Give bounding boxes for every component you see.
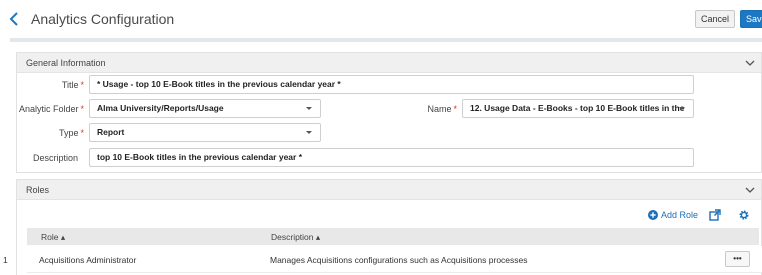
type-value: Report — [97, 127, 125, 137]
row-actions-button[interactable]: ••• — [725, 251, 750, 267]
role-column-header[interactable]: Role ▴ — [41, 232, 65, 243]
add-role-label: Add Role — [661, 210, 699, 220]
title-label: Title * — [20, 80, 84, 90]
table-row[interactable]: 1 Acquisitions Administrator Manages Acq… — [3, 246, 762, 273]
analytic-folder-select[interactable]: Alma University/Reports/Usage — [89, 99, 321, 118]
caret-down-icon — [306, 131, 312, 134]
title-field[interactable]: * Usage - top 10 E-Book titles in the pr… — [89, 75, 694, 94]
general-information-header[interactable]: General Information — [17, 53, 761, 73]
analytic-folder-label: Analytic Folder * — [0, 104, 84, 114]
roles-table-header: Role ▴ Description ▴ — [27, 228, 759, 245]
chevron-down-icon[interactable] — [745, 185, 755, 195]
name-label-text: Name — [427, 104, 452, 114]
cancel-button[interactable]: Cancel — [695, 10, 735, 28]
role-cell: Acquisitions Administrator — [39, 255, 137, 265]
page-header: Analytics Configuration Cancel Save — [0, 0, 762, 38]
section-title: General Information — [26, 58, 106, 68]
gear-icon[interactable] — [738, 209, 750, 221]
chevron-left-icon[interactable] — [8, 11, 20, 27]
description-cell: Manages Acquisitions configurations such… — [270, 255, 528, 265]
add-role-button[interactable]: Add Role — [648, 209, 698, 221]
description-label: Description — [10, 153, 78, 163]
caret-down-icon — [306, 107, 312, 110]
analytic-folder-value: Alma University/Reports/Usage — [97, 103, 224, 113]
description-field[interactable]: top 10 E-Book titles in the previous cal… — [89, 148, 694, 167]
name-label: Name * — [400, 104, 457, 114]
external-link-icon[interactable] — [709, 209, 721, 221]
analytic-folder-label-text: Analytic Folder — [18, 104, 79, 114]
page-title: Analytics Configuration — [31, 11, 175, 27]
chevron-down-icon[interactable] — [745, 58, 755, 68]
type-label: Type * — [20, 128, 84, 138]
type-select[interactable]: Report — [89, 123, 321, 142]
required-mark: * — [80, 104, 84, 114]
required-mark: * — [80, 80, 84, 90]
description-column-header[interactable]: Description ▴ — [271, 232, 320, 243]
name-select[interactable]: 12. Usage Data - E-Books - top 10 E-Book… — [462, 99, 694, 118]
row-index: 1 — [3, 255, 8, 265]
name-value: 12. Usage Data - E-Books - top 10 E-Book… — [470, 103, 685, 113]
required-mark: * — [453, 104, 457, 114]
roles-header[interactable]: Roles — [17, 180, 761, 200]
required-mark: * — [80, 128, 84, 138]
title-label-text: Title — [61, 80, 79, 90]
save-button[interactable]: Save — [740, 10, 762, 28]
section-title: Roles — [26, 185, 50, 195]
description-label-text: Description — [32, 153, 78, 163]
header-divider — [10, 38, 762, 42]
type-label-text: Type — [58, 128, 79, 138]
caret-down-icon — [679, 107, 685, 110]
plus-circle-icon — [648, 210, 658, 220]
